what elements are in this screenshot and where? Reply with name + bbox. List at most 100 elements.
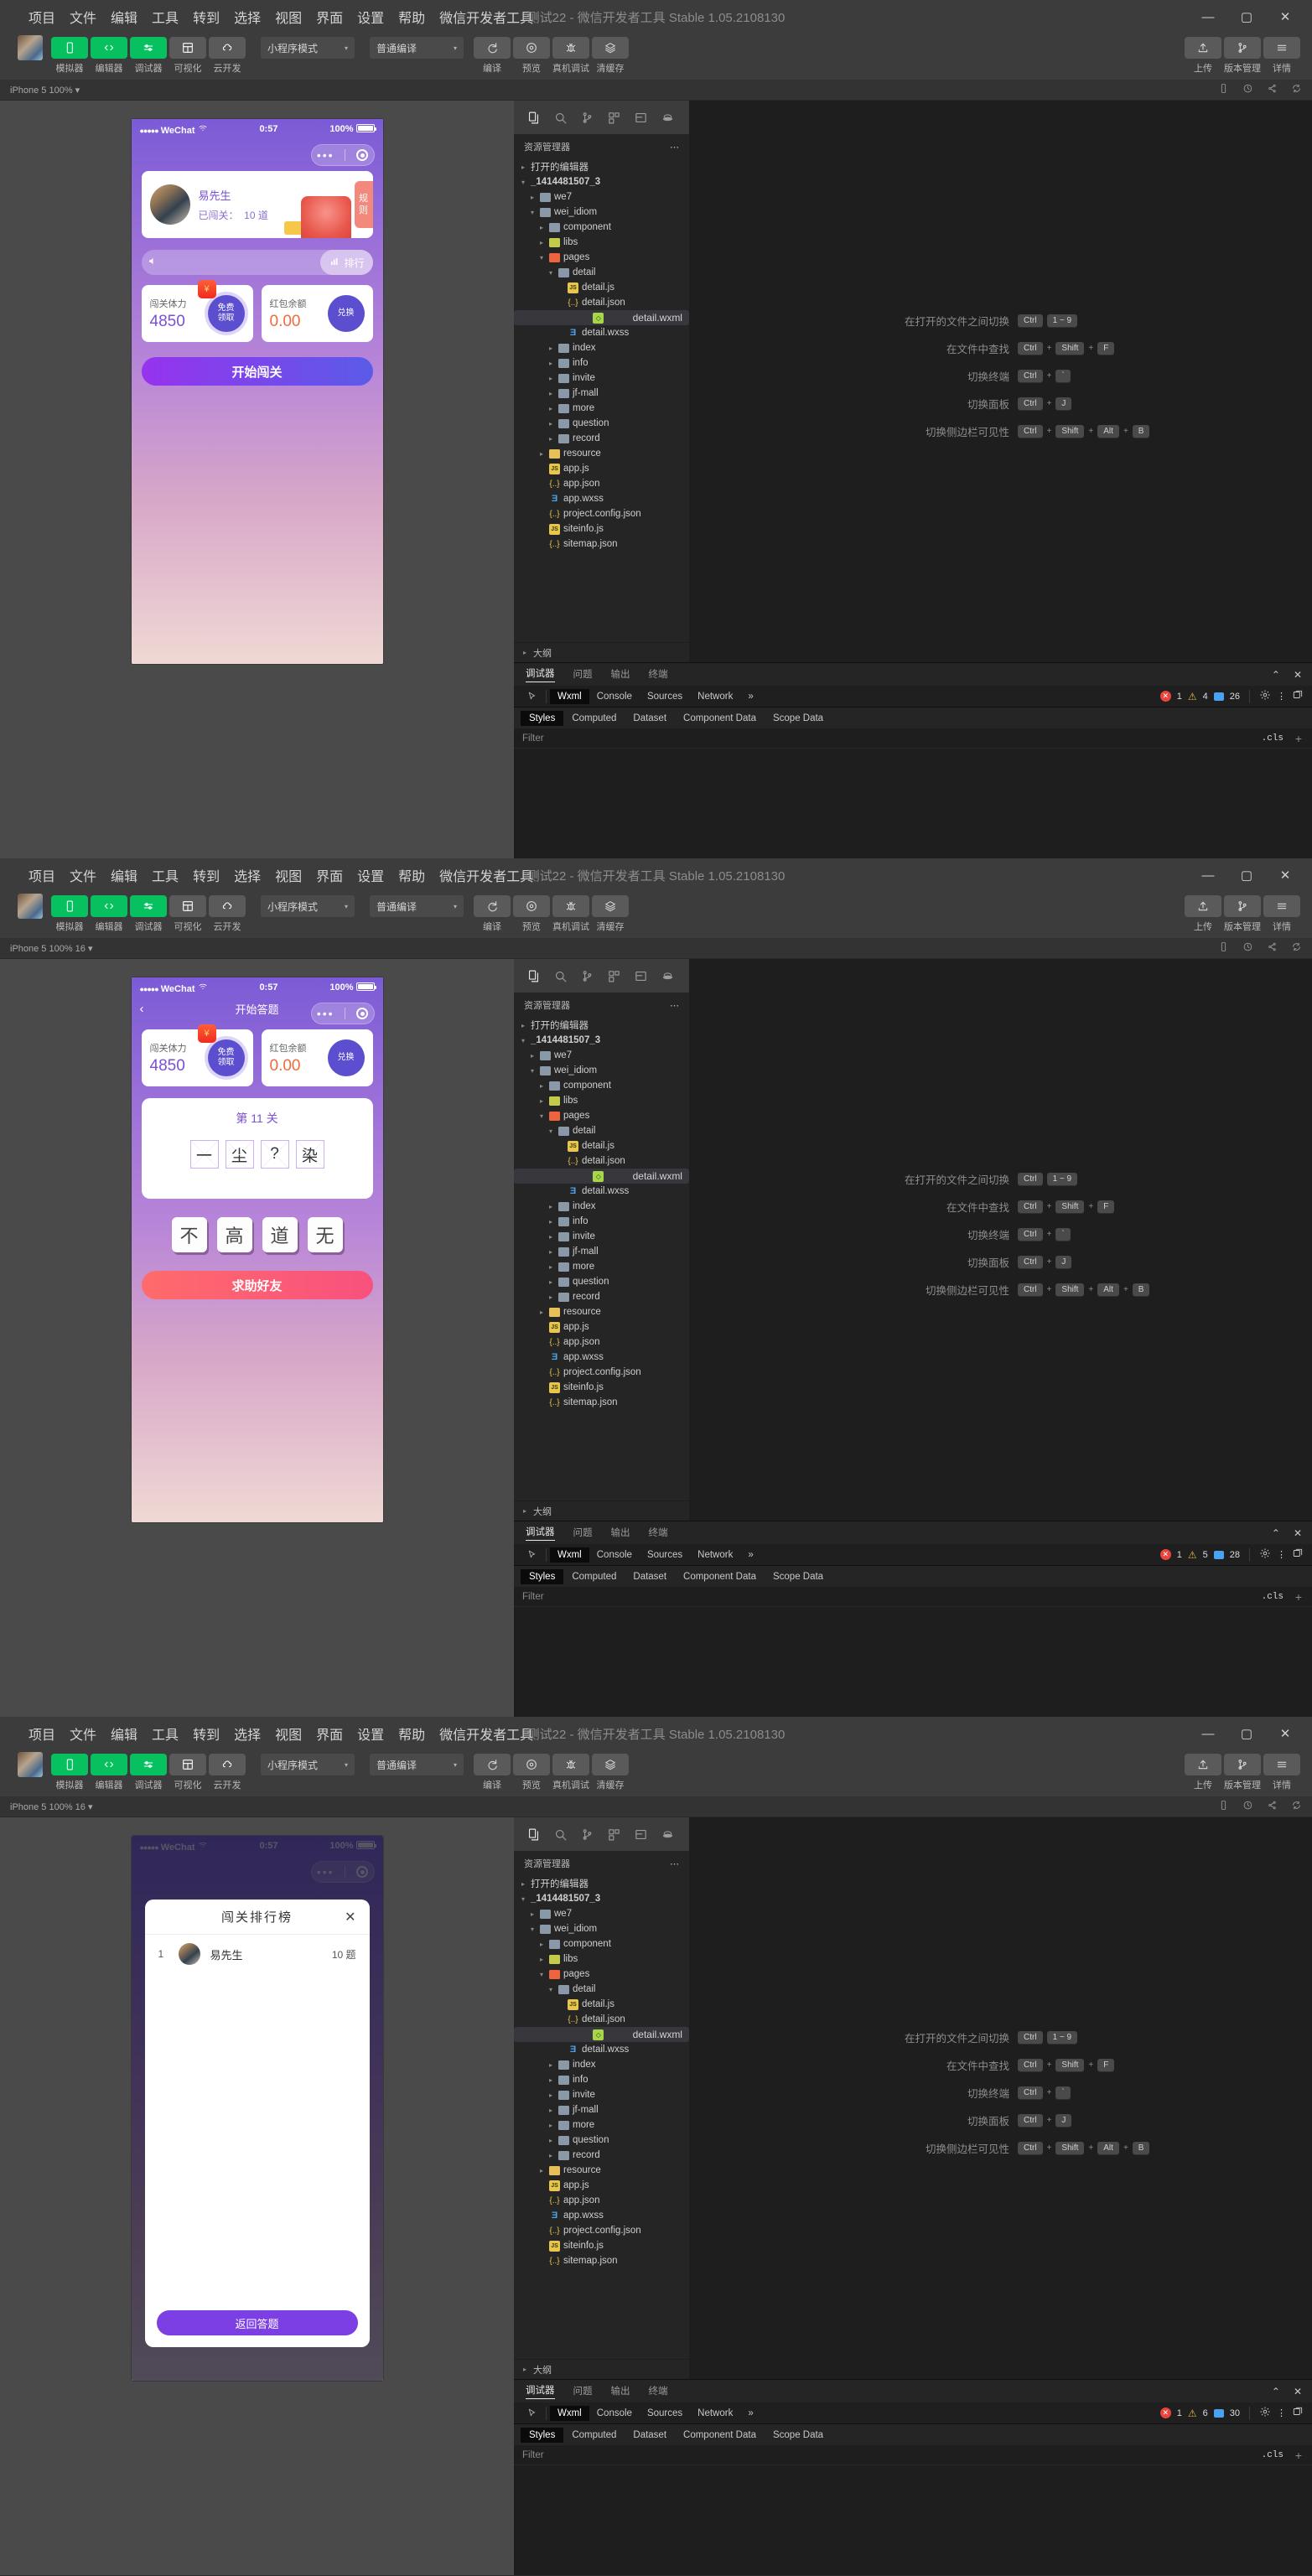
file-tree[interactable]: ▸ 打开的编辑器 ▾ _1414481507_3 ▸ we7 ▾ wei_idi… [514,1018,689,1501]
menu-item-2[interactable]: 编辑 [111,865,137,885]
styles-tab-Scope-Data[interactable]: Scope Data [765,2428,832,2443]
chevron-right-icon[interactable]: ▸ [547,1278,555,1286]
tree-row[interactable]: ▸ libs [514,235,689,250]
toolbar-action-详情[interactable]: 详情 [1263,1754,1300,1791]
phone-simulator[interactable]: ●●●●● WeChat 0:57 100% ••• 易先生 已闯关： 10 道… [131,119,383,664]
dock-icon[interactable] [1292,2406,1304,2420]
chevron-down-icon[interactable]: ▾ [528,1067,537,1075]
menu-item-6[interactable]: 视图 [275,7,302,27]
tree-row[interactable]: ▾ detail [514,265,689,280]
chevron-right-icon[interactable]: ▸ [547,435,555,443]
styles-tab-Scope-Data[interactable]: Scope Data [765,711,832,726]
styles-tab-Computed[interactable]: Computed [563,711,625,726]
tree-row[interactable]: ▸ jf-mall [514,1244,689,1259]
toolbar-action-清缓存[interactable]: 清缓存 [592,37,629,75]
menu-item-5[interactable]: 选择 [234,1723,261,1744]
close-button[interactable]: ✕ [1267,3,1304,30]
toolbar-button-调试器[interactable]: 调试器 [130,1754,167,1791]
outline-section[interactable]: ▸ 大纲 [514,642,689,662]
menu-item-1[interactable]: 文件 [70,865,96,885]
dock-icon[interactable] [1292,689,1304,703]
tree-row-open-editors[interactable]: ▸ 打开的编辑器 [514,1876,689,1891]
mobile-icon[interactable] [1218,83,1229,96]
chevron-right-icon[interactable]: ▸ [547,345,555,352]
cloud-db-icon[interactable] [655,963,680,988]
devtools-tab-终端[interactable]: 终端 [649,2384,668,2399]
chevron-up-icon[interactable]: ⌃ [1272,669,1280,681]
tree-row[interactable]: Ǝ detail.wxss [514,2042,689,2057]
tree-row[interactable]: ▸ question [514,1274,689,1289]
toolbar-action-编译[interactable]: 编译 [474,895,511,933]
device-selector[interactable]: iPhone 5 100% ▾ [10,85,80,96]
cls-button[interactable]: .cls [1262,1592,1283,1602]
tree-row[interactable]: {..} sitemap.json [514,1395,689,1410]
clock-icon[interactable] [1242,83,1253,96]
gear-icon[interactable] [1259,1547,1271,1562]
mode-select[interactable]: 小程序模式 ▾ [261,1754,355,1775]
tree-row[interactable]: {..} sitemap.json [514,2253,689,2268]
chevron-right-icon[interactable]: ▸ [547,2137,555,2144]
close-icon[interactable]: ✕ [1294,1527,1302,1539]
toolbar-button-可视化[interactable]: 可视化 [169,1754,206,1791]
tree-row-project[interactable]: ▾ _1414481507_3 [514,1033,689,1048]
chevron-right-icon[interactable]: ▸ [547,1218,555,1226]
sync-icon[interactable] [1291,83,1302,96]
panel-tab-Network[interactable]: Network [690,689,740,704]
free-claim-button[interactable]: 免费 领取 [207,295,245,332]
panel-tab-Wxml[interactable]: Wxml [550,2405,589,2421]
tree-row[interactable]: JS app.js [514,1319,689,1335]
minimize-button[interactable]: — [1190,862,1226,889]
chevron-right-icon[interactable]: ▸ [528,1052,537,1060]
menu-item-10[interactable]: 微信开发者工具 [439,865,533,885]
toolbar-button-调试器[interactable]: 调试器 [130,895,167,933]
styles-tab-Dataset[interactable]: Dataset [625,2428,675,2443]
tree-row[interactable]: ▸ info [514,1214,689,1229]
chevron-right-icon[interactable]: ▸ [547,2107,555,2114]
tree-row[interactable]: ▸ invite [514,1229,689,1244]
tree-row[interactable]: {..} detail.json [514,1153,689,1169]
menu-item-7[interactable]: 界面 [316,1723,343,1744]
devtools-tab-问题[interactable]: 问题 [573,2384,593,2399]
tree-row[interactable]: ▸ index [514,340,689,355]
menu-item-7[interactable]: 界面 [316,7,343,27]
cloud-db-icon[interactable] [655,105,680,130]
menu-item-5[interactable]: 选择 [234,7,261,27]
tree-row[interactable]: {..} app.json [514,476,689,491]
share-icon[interactable] [1267,1800,1278,1813]
tree-row[interactable]: ▸ libs [514,1951,689,1967]
styles-tab-Scope-Data[interactable]: Scope Data [765,1569,832,1584]
toolbar-button-模拟器[interactable]: 模拟器 [51,895,88,933]
toolbar-button-调试器[interactable]: 调试器 [130,37,167,75]
styles-tab-Dataset[interactable]: Dataset [625,1569,675,1584]
target-icon[interactable] [356,149,369,161]
chevron-down-icon[interactable]: ▾ [528,1926,537,1933]
chevron-right-icon[interactable]: ▸ [537,450,546,458]
inspect-icon[interactable] [521,1546,542,1564]
tree-row[interactable]: ◇ detail.wxml [514,310,689,325]
menu-item-0[interactable]: 项目 [29,1723,55,1744]
styles-tab-Component-Data[interactable]: Component Data [675,1569,765,1584]
tree-row-open-editors[interactable]: ▸ 打开的编辑器 [514,159,689,174]
add-rule-button[interactable]: + [1295,732,1302,745]
tree-row[interactable]: Ǝ detail.wxss [514,325,689,340]
tree-row[interactable]: ▸ resource [514,1304,689,1319]
tree-row[interactable]: JS siteinfo.js [514,2238,689,2253]
option-button[interactable]: 不 [171,1217,207,1252]
tree-row[interactable]: ◇ detail.wxml [514,2027,689,2042]
source-control-icon[interactable] [574,1822,599,1847]
filter-input[interactable]: Filter [522,1592,544,1602]
capsule-more-icon[interactable]: ••• [317,149,334,161]
toolbar-button-云开发[interactable]: 云开发 [209,895,246,933]
tree-row[interactable]: ◇ detail.wxml [514,1169,689,1184]
chevron-down-icon[interactable]: ▾ [537,1971,546,1978]
rule-button[interactable]: 规则 [354,181,373,228]
tree-row[interactable]: {..} detail.json [514,295,689,310]
cls-button[interactable]: .cls [1262,2450,1283,2460]
tree-row[interactable]: ▸ record [514,1289,689,1304]
toolbar-action-上传[interactable]: 上传 [1185,895,1221,933]
menu-item-7[interactable]: 界面 [316,865,343,885]
tree-row[interactable]: ▸ libs [514,1093,689,1108]
chevron-right-icon[interactable]: ▸ [547,2076,555,2084]
menu-item-6[interactable]: 视图 [275,1723,302,1744]
tree-row[interactable]: ▸ component [514,220,689,235]
